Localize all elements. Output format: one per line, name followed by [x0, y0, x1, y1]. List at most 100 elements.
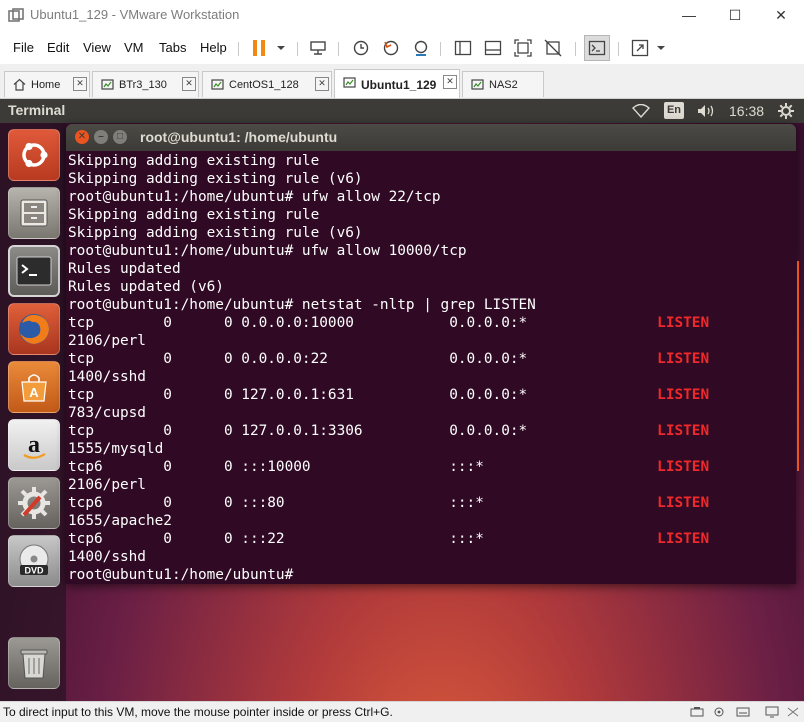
- terminal-line: Rules updated (v6): [68, 278, 794, 296]
- terminal-title-bar[interactable]: ✕ – □ root@ubuntu1: /home/ubuntu: [66, 124, 796, 151]
- terminal-line-text: root@ubuntu1:/home/ubuntu# netstat -nltp…: [68, 297, 536, 313]
- vm-icon: [471, 79, 484, 90]
- sound-card-icon[interactable]: [736, 706, 750, 718]
- snapshot-manager-icon: [414, 40, 428, 56]
- power-dropdown-button[interactable]: [268, 35, 294, 61]
- terminal-window[interactable]: ✕ – □ root@ubuntu1: /home/ubuntu Skippin…: [66, 124, 796, 584]
- terminal-line: root@ubuntu1:/home/ubuntu# ufw allow 22/…: [68, 188, 794, 206]
- terminal-line-text: root@ubuntu1:/home/ubuntu# ufw allow 22/…: [68, 189, 441, 205]
- stretch-icon: [631, 39, 649, 57]
- launcher-trash[interactable]: [8, 637, 60, 689]
- listen-state: LISTEN: [657, 351, 710, 367]
- firefox-icon: [19, 314, 49, 344]
- maximize-button[interactable]: ☐: [712, 0, 758, 32]
- network-adapter-icon[interactable]: [690, 706, 704, 718]
- terminal-line-text: Rules updated (v6): [68, 279, 224, 295]
- terminal-line: root@ubuntu1:/home/ubuntu# ufw allow 100…: [68, 242, 794, 260]
- gear-icon[interactable]: [778, 103, 794, 119]
- terminal-line: tcp6 0 0 :::10000 :::* LISTEN: [68, 458, 794, 476]
- thumbnail-bar-button[interactable]: [480, 35, 506, 61]
- launcher-firefox[interactable]: [8, 303, 60, 355]
- close-icon[interactable]: ✕: [443, 75, 457, 89]
- keyboard-language-indicator[interactable]: En: [664, 102, 684, 119]
- vm-console[interactable]: Terminal En 16:38 A a DVD ✕ – □ root@ubu…: [0, 99, 804, 701]
- menu-vm[interactable]: VM: [124, 40, 144, 55]
- toolbar-separator: [618, 42, 619, 56]
- terminal-minimize-button[interactable]: –: [94, 130, 108, 144]
- terminal-line: tcp 0 0 127.0.0.1:631 0.0.0.0:* LISTEN: [68, 386, 794, 404]
- display-icon[interactable]: [765, 706, 779, 718]
- menu-file[interactable]: File: [13, 40, 34, 55]
- terminal-line-text: tcp6 0 0 :::22 :::*: [68, 531, 658, 547]
- trash-icon: [20, 649, 48, 679]
- pause-icon: [253, 40, 265, 56]
- ubuntu-dash-icon: [22, 142, 48, 168]
- console-view-button[interactable]: [584, 35, 610, 61]
- close-icon[interactable]: ✕: [182, 77, 196, 91]
- snapshot-button[interactable]: [348, 35, 374, 61]
- terminal-line: root@ubuntu1:/home/ubuntu#: [68, 566, 794, 584]
- menu-tabs[interactable]: Tabs: [159, 40, 186, 55]
- terminal-icon: [16, 256, 52, 286]
- tab-home[interactable]: Home ✕: [4, 71, 90, 97]
- close-button[interactable]: ✕: [758, 0, 804, 32]
- terminal-close-button[interactable]: ✕: [75, 130, 89, 144]
- revert-snapshot-icon: [383, 40, 399, 56]
- terminal-line: tcp 0 0 0.0.0.0:10000 0.0.0.0:* LISTEN: [68, 314, 794, 332]
- menu-view[interactable]: View: [83, 40, 111, 55]
- minimize-button[interactable]: —: [666, 0, 712, 32]
- terminal-line-text: 2106/perl: [68, 477, 146, 493]
- menu-edit[interactable]: Edit: [47, 40, 69, 55]
- launcher-amazon[interactable]: a: [8, 419, 60, 471]
- tab-btr3-130[interactable]: BTr3_130 ✕: [92, 71, 199, 97]
- toolbar-separator: [440, 42, 441, 56]
- software-center-icon: A: [21, 374, 47, 402]
- menu-bar: File Edit View VM Tabs Help: [0, 32, 804, 64]
- launcher-dvd[interactable]: DVD: [8, 535, 60, 587]
- toolbar-separator: [297, 42, 298, 56]
- menu-help[interactable]: Help: [200, 40, 227, 55]
- terminal-line-text: tcp 0 0 0.0.0.0:22 0.0.0.0:*: [68, 351, 658, 367]
- volume-icon[interactable]: [697, 104, 717, 118]
- revert-snapshot-button[interactable]: [378, 35, 404, 61]
- svg-text:a: a: [28, 432, 40, 458]
- unity-mode-button[interactable]: [540, 35, 566, 61]
- launcher-files[interactable]: [8, 187, 60, 239]
- unity-launcher: A a DVD: [0, 123, 66, 701]
- terminal-output[interactable]: Skipping adding existing rule Skipping ad…: [68, 152, 794, 584]
- toolbar-separator: [238, 42, 239, 56]
- close-icon[interactable]: ✕: [315, 77, 329, 91]
- thumbnail-icon: [484, 40, 502, 56]
- snapshot-manager-button[interactable]: [408, 35, 434, 61]
- terminal-line-text: Skipping adding existing rule (v6): [68, 171, 363, 187]
- launcher-terminal[interactable]: [8, 245, 60, 297]
- toolbar-separator: [338, 42, 339, 56]
- tab-centos1-128[interactable]: CentOS1_128 ✕: [202, 71, 332, 97]
- show-library-button[interactable]: [450, 35, 476, 61]
- terminal-line: Skipping adding existing rule (v6): [68, 170, 794, 188]
- clock[interactable]: 16:38: [729, 103, 764, 119]
- full-screen-button[interactable]: [510, 35, 536, 61]
- terminal-maximize-button[interactable]: □: [113, 130, 127, 144]
- tab-nas2[interactable]: NAS2: [462, 71, 544, 97]
- launcher-software-center[interactable]: A: [8, 361, 60, 413]
- wifi-icon[interactable]: [632, 104, 650, 118]
- terminal-line-text: tcp 0 0 127.0.0.1:3306 0.0.0.0:*: [68, 423, 658, 439]
- window-title: Ubuntu1_129 - VMware Workstation: [30, 7, 240, 22]
- terminal-line-text: Skipping adding existing rule: [68, 207, 320, 223]
- close-icon[interactable]: ✕: [73, 77, 87, 91]
- full-screen-icon: [514, 39, 532, 57]
- listen-state: LISTEN: [657, 423, 710, 439]
- tab-ubuntu1-129[interactable]: Ubuntu1_129 ✕: [334, 69, 460, 98]
- terminal-line-text: 1655/apache2: [68, 513, 172, 529]
- terminal-line: Rules updated: [68, 260, 794, 278]
- vm-tab-bar: Home ✕ BTr3_130 ✕ CentOS1_128 ✕ Ubuntu1_…: [0, 64, 804, 99]
- usb-device-icon[interactable]: [712, 706, 726, 718]
- send-ctrl-alt-del-button[interactable]: [305, 35, 331, 61]
- launcher-dash[interactable]: [8, 129, 60, 181]
- terminal-line: Skipping adding existing rule (v6): [68, 224, 794, 242]
- message-log-icon[interactable]: [786, 706, 800, 718]
- amazon-icon: a: [23, 432, 46, 459]
- launcher-system-settings[interactable]: [8, 477, 60, 529]
- stretch-dropdown-button[interactable]: [648, 35, 674, 61]
